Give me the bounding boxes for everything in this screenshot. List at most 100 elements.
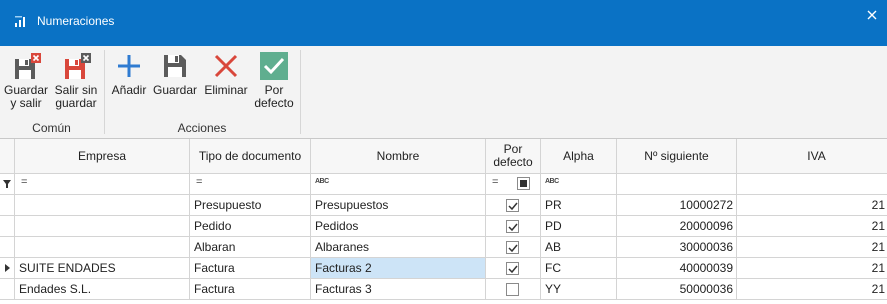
floppy-icon — [164, 55, 186, 77]
cell-iva[interactable]: 21 — [737, 258, 887, 279]
set-default-label: Por defecto — [254, 83, 294, 110]
filter-iva[interactable] — [737, 174, 887, 195]
column-header-tipo-documento[interactable]: Tipo de documento — [190, 139, 311, 174]
column-header-alpha[interactable]: Alpha — [541, 139, 617, 174]
checkbox[interactable] — [506, 241, 519, 254]
cell-por-defecto[interactable] — [486, 216, 541, 237]
cell-nombre[interactable]: Pedidos — [311, 216, 486, 237]
row-indicator[interactable] — [0, 195, 15, 216]
exit-no-save-label: Salir sin guardar — [54, 83, 98, 110]
text-filter-icon: ABC — [545, 178, 559, 185]
ribbon-toolbar: Guardar y salir Salir sin guardar Común … — [0, 46, 887, 139]
add-label: Añadir — [111, 83, 147, 97]
checkbox[interactable] — [506, 220, 519, 233]
checkmark-icon — [508, 265, 518, 274]
save-exit-icon — [15, 53, 41, 79]
cell-tipo-documento[interactable]: Pedido — [190, 216, 311, 237]
column-header-empresa[interactable]: Empresa — [15, 139, 190, 174]
filter-empresa[interactable]: = — [15, 174, 190, 195]
cell-siguiente[interactable]: 40000039 — [617, 258, 737, 279]
cell-iva[interactable]: 21 — [737, 195, 887, 216]
exit-no-save-button[interactable]: Salir sin guardar — [53, 51, 99, 110]
group-separator — [300, 50, 301, 134]
checkmark-icon — [260, 52, 288, 80]
equals-filter-icon: = — [196, 176, 203, 188]
filter-icon — [3, 180, 11, 188]
plus-icon — [118, 55, 140, 77]
column-header-iva[interactable]: IVA — [737, 139, 887, 174]
cell-empresa[interactable] — [15, 195, 190, 216]
row-indicator[interactable] — [0, 279, 15, 300]
cell-alpha[interactable]: YY — [541, 279, 617, 300]
filter-siguiente[interactable] — [617, 174, 737, 195]
cell-alpha[interactable]: FC — [541, 258, 617, 279]
row-indicator[interactable] — [0, 216, 15, 237]
group-label-comun: Común — [32, 121, 71, 135]
cell-nombre[interactable]: Facturas 3 — [311, 279, 486, 300]
filter-tipo-documento[interactable]: = — [190, 174, 311, 195]
set-default-button[interactable]: Por defecto — [253, 51, 295, 110]
cell-por-defecto[interactable] — [486, 237, 541, 258]
cell-siguiente[interactable]: 20000096 — [617, 216, 737, 237]
cell-empresa[interactable]: SUITE ENDADES — [15, 258, 190, 279]
cell-empresa[interactable] — [15, 237, 190, 258]
cell-tipo-documento[interactable]: Factura — [190, 258, 311, 279]
delete-label: Eliminar — [204, 83, 248, 97]
filter-por-defecto[interactable]: = — [486, 174, 541, 195]
text-filter-icon: ABC — [315, 178, 329, 185]
cell-empresa[interactable] — [15, 216, 190, 237]
group-label-acciones: Acciones — [177, 121, 227, 135]
cell-por-defecto[interactable] — [486, 279, 541, 300]
cell-tipo-documento[interactable]: Albaran — [190, 237, 311, 258]
checkbox[interactable] — [506, 199, 519, 212]
delete-button[interactable]: Eliminar — [202, 51, 250, 97]
row-indicator[interactable] — [0, 237, 15, 258]
checkmark-icon — [508, 202, 518, 211]
cell-por-defecto[interactable] — [486, 195, 541, 216]
exit-no-save-icon — [65, 53, 91, 79]
filter-row-indicator — [0, 174, 15, 195]
cell-siguiente[interactable]: 10000272 — [617, 195, 737, 216]
app-icon — [15, 16, 25, 27]
cell-iva[interactable]: 21 — [737, 279, 887, 300]
checkmark-icon — [508, 244, 518, 253]
column-header-por-defecto[interactable]: Por defecto — [486, 139, 541, 174]
title-bar: Numeraciones — [0, 0, 887, 46]
filter-alpha[interactable]: ABC — [541, 174, 617, 195]
add-button[interactable]: Añadir — [109, 51, 149, 97]
row-indicator-header — [0, 139, 15, 174]
cell-empresa[interactable]: Endades S.L. — [15, 279, 190, 300]
save-label: Guardar — [152, 83, 198, 97]
cell-siguiente[interactable]: 50000036 — [617, 279, 737, 300]
cell-alpha[interactable]: AB — [541, 237, 617, 258]
column-header-siguiente[interactable]: Nº siguiente — [617, 139, 737, 174]
cell-tipo-documento[interactable]: Presupuesto — [190, 195, 311, 216]
cell-nombre[interactable]: Facturas 2 — [311, 258, 486, 279]
delete-x-icon — [214, 54, 238, 78]
cell-nombre[interactable]: Albaranes — [311, 237, 486, 258]
current-row-arrow-icon — [5, 264, 10, 272]
checkbox[interactable] — [506, 283, 519, 296]
numeraciones-grid: Empresa Tipo de documento Nombre Por def… — [0, 139, 887, 304]
save-button[interactable]: Guardar — [152, 51, 198, 97]
save-exit-label: Guardar y salir — [4, 83, 49, 110]
row-indicator[interactable] — [0, 258, 15, 279]
cell-tipo-documento[interactable]: Factura — [190, 279, 311, 300]
cell-nombre[interactable]: Presupuestos — [311, 195, 486, 216]
cell-alpha[interactable]: PD — [541, 216, 617, 237]
close-icon[interactable] — [865, 8, 879, 22]
checkbox[interactable] — [506, 262, 519, 275]
filter-nombre[interactable]: ABC — [311, 174, 486, 195]
cell-iva[interactable]: 21 — [737, 237, 887, 258]
column-header-nombre[interactable]: Nombre — [311, 139, 486, 174]
checkmark-icon — [508, 223, 518, 232]
equals-filter-icon: = — [492, 176, 499, 188]
filter-checkbox-indeterminate[interactable] — [517, 177, 530, 190]
equals-filter-icon: = — [21, 176, 28, 188]
save-exit-button[interactable]: Guardar y salir — [4, 51, 48, 110]
cell-alpha[interactable]: PR — [541, 195, 617, 216]
cell-iva[interactable]: 21 — [737, 216, 887, 237]
cell-por-defecto[interactable] — [486, 258, 541, 279]
window-title: Numeraciones — [37, 14, 115, 28]
cell-siguiente[interactable]: 30000036 — [617, 237, 737, 258]
